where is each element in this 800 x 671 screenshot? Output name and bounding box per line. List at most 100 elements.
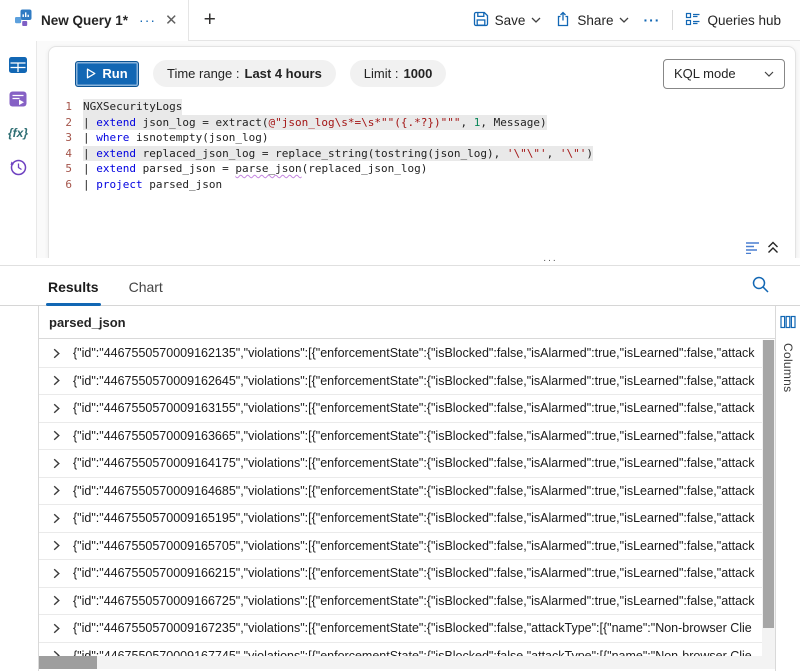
expand-chevron-icon[interactable] — [51, 458, 69, 469]
expand-chevron-icon[interactable] — [51, 348, 69, 359]
expand-chevron-icon[interactable] — [51, 485, 69, 496]
result-row[interactable]: {"id":"4467550570009167235","violations"… — [39, 615, 776, 643]
stacked-lines-icon[interactable] — [745, 241, 760, 254]
save-button[interactable]: Save — [466, 7, 549, 34]
results-tab-bar: Results Chart — [0, 266, 800, 306]
query-pane-icon[interactable] — [6, 87, 30, 111]
code-line: 5| extend parsed_json = parse_json(repla… — [49, 161, 795, 177]
line-number: 6 — [49, 177, 83, 193]
time-range-value: Last 4 hours — [245, 66, 322, 81]
vertical-scrollbar[interactable] — [762, 340, 775, 656]
double-chevron-up-icon[interactable] — [767, 241, 779, 254]
tables-icon[interactable] — [6, 53, 30, 77]
queries-hub-label: Queries hub — [707, 13, 781, 28]
result-row[interactable]: {"id":"4467550570009162645","violations"… — [39, 368, 776, 396]
row-json-text: {"id":"4467550570009163155","violations"… — [73, 401, 760, 415]
tab-results[interactable]: Results — [48, 279, 99, 305]
limit-value: 1000 — [403, 66, 432, 81]
code-text: | where isnotempty(json_log) — [83, 130, 268, 146]
queries-hub-button[interactable]: Queries hub — [678, 7, 788, 34]
expand-chevron-icon[interactable] — [51, 540, 69, 551]
code-line: 1NGXSecurityLogs — [49, 99, 795, 115]
chevron-down-icon — [619, 17, 629, 23]
more-commands-button[interactable]: ··· — [636, 8, 667, 32]
limit-label: Limit : — [364, 66, 399, 81]
search-icon[interactable] — [751, 275, 770, 299]
kql-mode-value: KQL mode — [674, 66, 736, 81]
new-tab-button[interactable]: + — [204, 10, 216, 30]
results-rows: {"id":"4467550570009162135","violations"… — [39, 340, 776, 656]
code-line: 3| where isnotempty(json_log) — [49, 130, 795, 146]
editor-footer — [745, 241, 779, 254]
save-label: Save — [495, 13, 526, 28]
expand-chevron-icon[interactable] — [51, 595, 69, 606]
fx-glyph: {fx} — [8, 126, 28, 140]
save-icon — [473, 11, 489, 30]
result-row[interactable]: {"id":"4467550570009163155","violations"… — [39, 395, 776, 423]
expand-chevron-icon[interactable] — [51, 513, 69, 524]
row-json-text: {"id":"4467550570009167235","violations"… — [73, 621, 760, 635]
result-row[interactable]: {"id":"4467550570009162135","violations"… — [39, 340, 776, 368]
row-json-text: {"id":"4467550570009166725","violations"… — [73, 594, 760, 608]
vertical-scrollbar-thumb[interactable] — [763, 340, 774, 628]
time-range-picker[interactable]: Time range : Last 4 hours — [153, 60, 336, 87]
code-text: | project parsed_json — [83, 177, 222, 193]
query-toolbar: Run Time range : Last 4 hours Limit : 10… — [49, 47, 795, 91]
expand-chevron-icon[interactable] — [51, 430, 69, 441]
result-row[interactable]: {"id":"4467550570009163665","violations"… — [39, 423, 776, 451]
adx-logo-icon — [14, 9, 32, 32]
tab-more-menu[interactable]: ··· — [139, 15, 156, 25]
row-json-text: {"id":"4467550570009166215","violations"… — [73, 566, 760, 580]
queries-hub-icon — [685, 11, 701, 30]
result-row[interactable]: {"id":"4467550570009165195","violations"… — [39, 505, 776, 533]
divider — [672, 10, 673, 30]
row-json-text: {"id":"4467550570009165705","violations"… — [73, 539, 760, 553]
horizontal-scrollbar[interactable] — [39, 656, 776, 669]
columns-icon — [780, 314, 796, 335]
tab-close-icon[interactable]: ✕ — [165, 11, 178, 29]
line-number: 1 — [49, 99, 83, 115]
result-row[interactable]: {"id":"4467550570009164685","violations"… — [39, 478, 776, 506]
code-line: 6| project parsed_json — [49, 177, 795, 193]
result-row[interactable]: {"id":"4467550570009165705","violations"… — [39, 533, 776, 561]
expand-chevron-icon[interactable] — [51, 568, 69, 579]
time-range-label: Time range : — [167, 66, 240, 81]
horizontal-scrollbar-thumb[interactable] — [39, 656, 97, 669]
kql-mode-select[interactable]: KQL mode — [663, 59, 785, 89]
line-number: 2 — [49, 115, 83, 131]
share-button[interactable]: Share — [548, 7, 636, 34]
result-row[interactable]: {"id":"4467550570009164175","violations"… — [39, 450, 776, 478]
code-line: 2| extend json_log = extract(@"json_log\… — [49, 115, 795, 131]
top-bar: New Query 1* ··· ✕ + Save — [0, 0, 800, 41]
expand-chevron-icon[interactable] — [51, 623, 69, 634]
column-header-parsed-json[interactable]: parsed_json — [39, 306, 775, 339]
play-icon — [86, 68, 96, 79]
row-json-text: {"id":"4467550570009163665","violations"… — [73, 429, 760, 443]
row-json-text: {"id":"4467550570009162645","violations"… — [73, 374, 760, 388]
result-row[interactable]: {"id":"4467550570009166725","violations"… — [39, 588, 776, 616]
tab-chart[interactable]: Chart — [129, 279, 163, 305]
query-tab[interactable]: New Query 1* ··· ✕ — [0, 0, 189, 41]
tab-title: New Query 1* — [41, 13, 128, 28]
run-button[interactable]: Run — [75, 61, 139, 87]
expand-chevron-icon[interactable] — [51, 375, 69, 386]
history-icon[interactable] — [6, 155, 30, 179]
columns-panel-label: Columns — [781, 343, 795, 392]
expand-chevron-icon[interactable] — [51, 403, 69, 414]
row-json-text: {"id":"4467550570009164685","violations"… — [73, 484, 760, 498]
limit-picker[interactable]: Limit : 1000 — [350, 60, 447, 87]
columns-side-panel[interactable]: Columns — [775, 306, 800, 671]
functions-icon[interactable]: {fx} — [6, 121, 30, 145]
line-number: 4 — [49, 146, 83, 162]
panel-resize-handle[interactable]: ··· — [0, 258, 800, 266]
results-panel: Results Chart parsed_json {"id":"4467550… — [0, 266, 800, 671]
command-bar: Save Share ··· — [466, 7, 800, 34]
query-editor[interactable]: 1NGXSecurityLogs2| extend json_log = ext… — [49, 99, 795, 192]
code-text: NGXSecurityLogs — [83, 99, 182, 115]
result-row[interactable]: {"id":"4467550570009167745","violations"… — [39, 643, 776, 657]
resize-dots: ··· — [543, 255, 558, 266]
results-grid: parsed_json {"id":"4467550570009162135",… — [38, 306, 775, 671]
code-text: | extend json_log = extract(@"json_log\s… — [83, 115, 547, 131]
result-row[interactable]: {"id":"4467550570009166215","violations"… — [39, 560, 776, 588]
line-number: 3 — [49, 130, 83, 146]
